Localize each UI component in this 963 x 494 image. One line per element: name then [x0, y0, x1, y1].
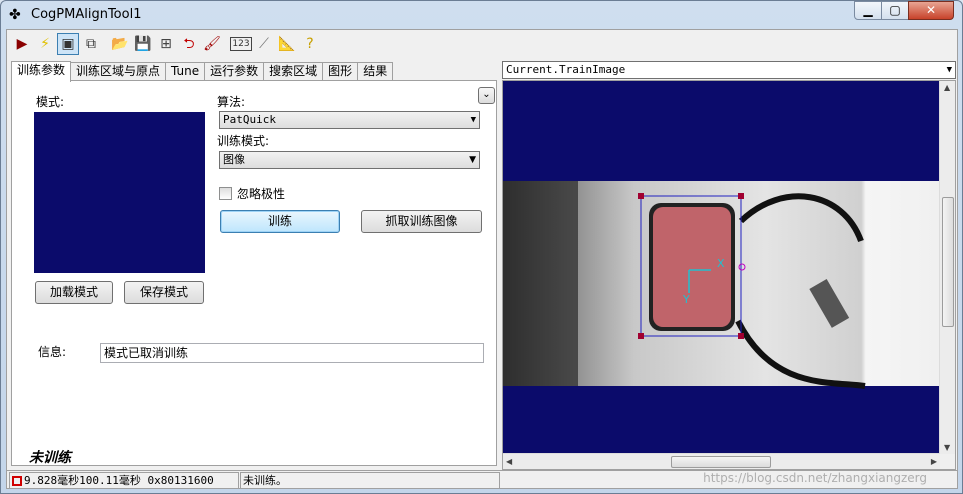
open-folder-icon: 📂	[111, 36, 129, 52]
image-source-value: Current.TrainImage	[506, 63, 626, 76]
algorithm-value: PatQuick	[223, 113, 276, 126]
train-params-panel: ⌄ 模式: 加载模式 保存模式 算法: PatQuick ▼ 训练模式: 图像 …	[11, 80, 497, 466]
timing-text: 9.828毫秒100.11毫秒 0x80131600	[24, 474, 214, 487]
numeric-icon: 123	[230, 37, 252, 51]
save-button[interactable]: 💾	[132, 33, 154, 55]
watermark-text: https://blog.csdn.net/zhangxiangzerg	[703, 471, 927, 485]
tab-2[interactable]: Tune	[165, 62, 206, 81]
scroll-down-icon[interactable]: ▼	[944, 443, 950, 452]
train-image-view: X Y	[503, 181, 940, 389]
train-mode-select[interactable]: 图像 ▼	[219, 151, 480, 169]
minimize-button[interactable]: ▁	[854, 1, 882, 20]
tab-6[interactable]: 结果	[357, 62, 394, 81]
numeric-button[interactable]: 123	[230, 33, 252, 55]
close-button[interactable]: ✕	[908, 1, 954, 20]
result-indicator-icon	[12, 476, 22, 486]
tab-0[interactable]: 训练参数	[11, 61, 72, 82]
ruler-icon: 📐	[278, 36, 296, 52]
reset-icon: ⮌	[183, 36, 195, 52]
train-mode-label: 训练模式:	[217, 134, 270, 148]
info-field: 模式已取消训练	[100, 343, 484, 363]
brush-icon: 🖌	[203, 36, 221, 52]
floating-window-button[interactable]: ⧉	[80, 33, 102, 55]
help-icon: ?	[306, 36, 314, 52]
dropdown-arrow-icon: ▼	[946, 65, 952, 75]
tool-window: ✤ CogPMAlignTool1 ▁ ▢ ✕ ▶ ⚡ ▣ ⧉ 📂 💾 ⊞ ⮌ 🖌 123 ⟋ 📐? …	[0, 0, 963, 494]
tool-tree-icon: ⊞	[160, 36, 172, 52]
double-chevron-down-icon: ⌄	[482, 89, 491, 100]
window-controls: ▁ ▢ ✕	[854, 1, 954, 21]
run-icon: ▶	[16, 36, 28, 52]
ignore-polarity-label: 忽略极性	[237, 187, 286, 201]
train-button[interactable]: 训练	[220, 210, 340, 233]
reset-button[interactable]: ⮌	[178, 33, 200, 55]
tool-tree-button[interactable]: ⊞	[155, 33, 177, 55]
region-handle[interactable]	[638, 333, 644, 339]
scroll-right-icon[interactable]: ▶	[931, 457, 937, 466]
electric-icon: ⚡	[40, 36, 50, 52]
status-text-cell: 未训练。	[240, 472, 500, 489]
display-toggle-icon: ▣	[61, 36, 75, 52]
help-button[interactable]: ?	[299, 33, 321, 55]
maximize-button[interactable]: ▢	[881, 1, 909, 20]
tab-3[interactable]: 运行参数	[204, 62, 265, 81]
tab-strip: 训练参数 训练区域与原点 Tune 运行参数 搜索区域 图形 结果	[11, 61, 394, 82]
image-dark-region	[503, 181, 578, 386]
scroll-left-icon[interactable]: ◀	[506, 457, 512, 466]
toolbar: ▶ ⚡ ▣ ⧉ 📂 💾 ⊞ ⮌ 🖌 123 ⟋ 📐?	[7, 30, 957, 58]
timing-cell: 9.828毫秒100.11毫秒 0x80131600	[9, 472, 239, 489]
vertical-scroll-thumb[interactable]	[942, 197, 954, 327]
run-button[interactable]: ▶	[11, 33, 33, 55]
load-pattern-button[interactable]: 加载模式	[35, 281, 113, 304]
image-display: X Y ▲ ▼ ◀ ▶	[502, 80, 956, 470]
grab-train-image-button[interactable]: 抓取训练图像	[361, 210, 482, 233]
dropdown-arrow-icon: ▼	[470, 115, 476, 125]
dropdown-arrow-icon: ▼	[469, 155, 476, 165]
pattern-label: 模式:	[36, 95, 65, 109]
window-title: CogPMAlignTool1	[31, 7, 142, 22]
algorithm-label: 算法:	[217, 95, 246, 109]
client-area: ▶ ⚡ ▣ ⧉ 📂 💾 ⊞ ⮌ 🖌 123 ⟋ 📐? 训练参数 训练区域与原点 Tune 运行参数 搜索区域图…	[6, 29, 958, 489]
tab-4[interactable]: 搜索区域	[263, 62, 324, 81]
scroll-up-icon[interactable]: ▲	[944, 83, 950, 92]
graph-button[interactable]: ⟋	[253, 33, 275, 55]
status-bar: 9.828毫秒100.11毫秒 0x80131600 未训练。 https://…	[7, 470, 957, 489]
display-toggle-button[interactable]: ▣	[57, 33, 79, 55]
tab-5[interactable]: 图形	[322, 62, 359, 81]
axis-y-label: Y	[682, 293, 690, 306]
ignore-polarity-checkbox[interactable]	[219, 187, 232, 200]
ruler-button[interactable]: 📐	[276, 33, 298, 55]
brush-button[interactable]: 🖌	[201, 33, 223, 55]
image-canvas[interactable]: X Y	[503, 81, 940, 454]
image-source-select[interactable]: Current.TrainImage ▼	[502, 61, 956, 79]
axis-x-label: X	[717, 257, 725, 270]
region-handle[interactable]	[738, 333, 744, 339]
region-handle[interactable]	[738, 193, 744, 199]
status-text: 未训练。	[243, 474, 287, 487]
horizontal-scrollbar[interactable]: ◀ ▶	[503, 453, 940, 469]
algorithm-select[interactable]: PatQuick ▼	[219, 111, 480, 129]
info-label: 信息:	[38, 345, 67, 359]
floating-window-icon: ⧉	[86, 36, 96, 52]
train-mode-value: 图像	[223, 153, 245, 166]
collapse-button[interactable]: ⌄	[478, 87, 495, 104]
horizontal-scroll-thumb[interactable]	[671, 456, 771, 468]
train-state-text: 未训练	[29, 450, 71, 466]
graph-icon: ⟋	[259, 36, 269, 52]
vertical-scrollbar[interactable]: ▲ ▼	[939, 81, 955, 454]
save-pattern-button[interactable]: 保存模式	[124, 281, 204, 304]
electric-button[interactable]: ⚡	[34, 33, 56, 55]
puzzle-icon: ✤	[9, 7, 21, 23]
tab-1[interactable]: 训练区域与原点	[70, 62, 167, 81]
pattern-preview	[34, 112, 205, 273]
save-icon: 💾	[134, 36, 152, 52]
open-folder-button[interactable]: 📂	[109, 33, 131, 55]
title-bar[interactable]: ✤ CogPMAlignTool1 ▁ ▢ ✕	[1, 1, 962, 29]
region-handle[interactable]	[638, 193, 644, 199]
